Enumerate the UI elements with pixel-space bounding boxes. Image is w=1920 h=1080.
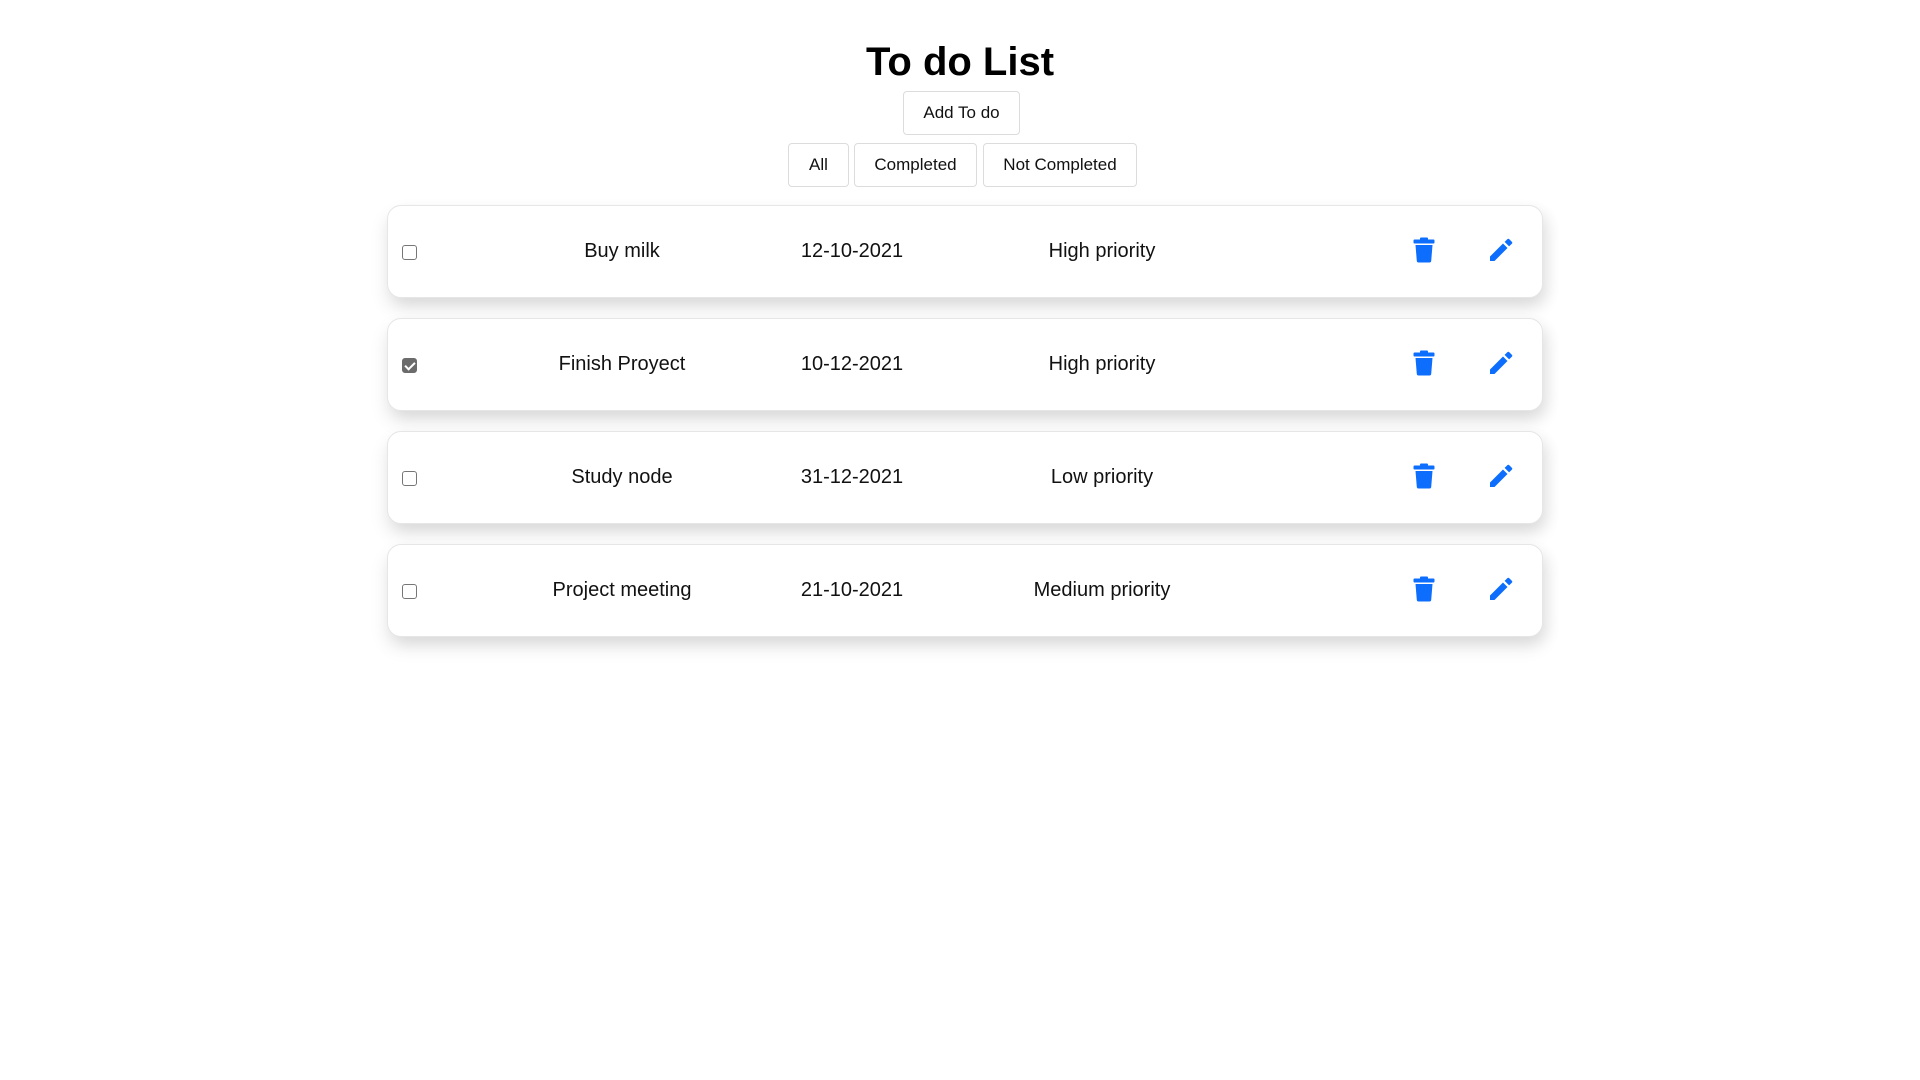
- todo-name: Buy milk: [584, 240, 660, 262]
- todo-checkbox[interactable]: [402, 471, 417, 486]
- todo-name: Study node: [571, 466, 673, 488]
- delete-button[interactable]: [1409, 237, 1439, 267]
- todo-name: Finish Proyect: [558, 353, 686, 375]
- pencil-icon: [1488, 463, 1514, 494]
- trash-icon: [1413, 350, 1435, 381]
- edit-button[interactable]: [1486, 576, 1516, 606]
- todo-date: 31-12-2021: [800, 466, 904, 488]
- add-todo-button[interactable]: Add To do: [903, 91, 1020, 135]
- todo-date: 12-10-2021: [800, 240, 904, 262]
- todo-date: 10-12-2021: [800, 353, 904, 375]
- todo-name: Project meeting: [552, 579, 692, 601]
- todo-list: Buy milk 12-10-2021 High priority Finish Pr…: [387, 205, 1543, 657]
- pencil-icon: [1488, 576, 1514, 607]
- todo-priority: High priority: [1048, 353, 1156, 375]
- todo-priority: Low priority: [1050, 466, 1154, 488]
- trash-icon: [1413, 237, 1435, 268]
- pencil-icon: [1488, 350, 1514, 381]
- todo-row: Buy milk 12-10-2021 High priority: [387, 205, 1543, 298]
- filter-not-completed-button[interactable]: Not Completed: [983, 143, 1137, 187]
- edit-button[interactable]: [1486, 350, 1516, 380]
- todo-checkbox[interactable]: [402, 358, 417, 373]
- delete-button[interactable]: [1409, 576, 1439, 606]
- edit-button[interactable]: [1486, 237, 1516, 267]
- todo-checkbox[interactable]: [402, 245, 417, 260]
- trash-icon: [1413, 576, 1435, 607]
- todo-row: Finish Proyect 10-12-2021 High priority: [387, 318, 1543, 411]
- todo-date: 21-10-2021: [800, 579, 904, 601]
- todo-page: To do List Add To do All Completed Not C…: [0, 0, 1920, 1080]
- todo-priority: High priority: [1048, 240, 1156, 262]
- todo-priority: Medium priority: [1033, 579, 1171, 601]
- edit-button[interactable]: [1486, 463, 1516, 493]
- filter-all-button[interactable]: All: [788, 143, 849, 187]
- trash-icon: [1413, 463, 1435, 494]
- todo-row: Study node 31-12-2021 Low priority: [387, 431, 1543, 524]
- todo-checkbox[interactable]: [402, 584, 417, 599]
- pencil-icon: [1488, 237, 1514, 268]
- page-title: To do List: [865, 40, 1055, 84]
- delete-button[interactable]: [1409, 463, 1439, 493]
- filter-completed-button[interactable]: Completed: [854, 143, 977, 187]
- todo-row: Project meeting 21-10-2021 Medium priority: [387, 544, 1543, 637]
- delete-button[interactable]: [1409, 350, 1439, 380]
